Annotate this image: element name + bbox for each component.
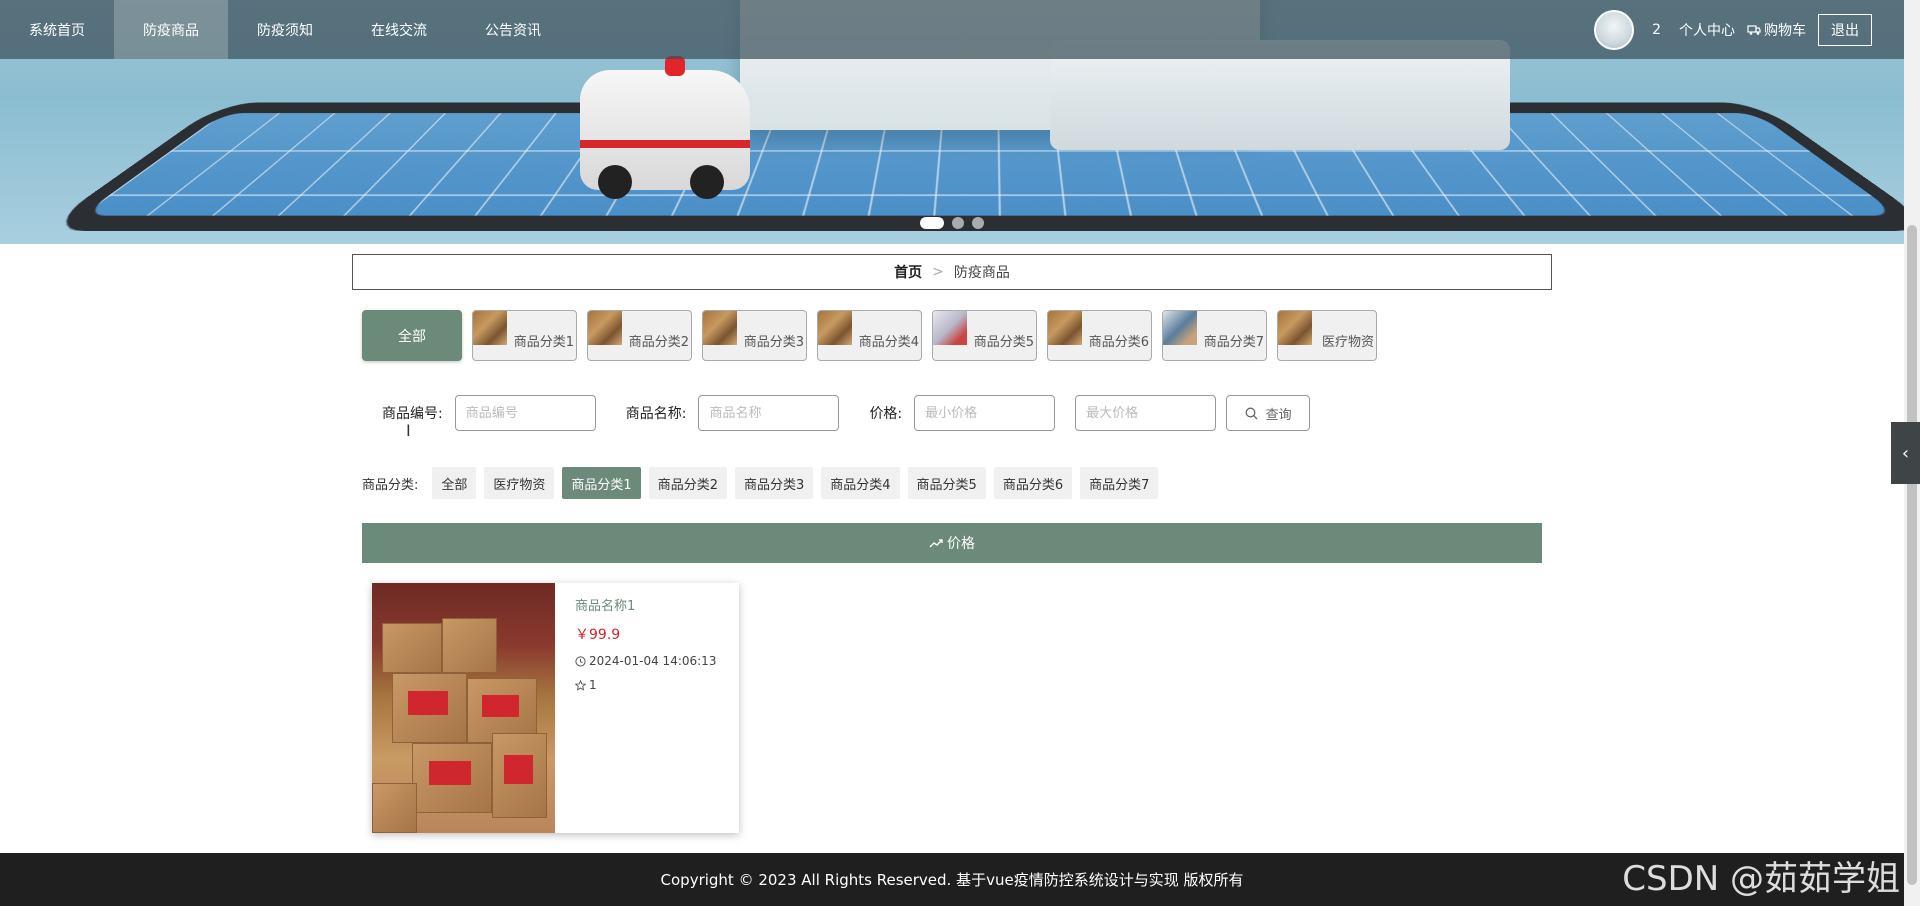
- banner-ambulance: [580, 56, 750, 199]
- scrollbar-thumb[interactable]: [1907, 225, 1917, 885]
- search-icon: [1245, 407, 1258, 419]
- filter-tab[interactable]: 商品分类7: [1080, 467, 1159, 499]
- category-filter-label: 商品分类:: [362, 477, 419, 493]
- category-card[interactable]: 商品分类6: [1047, 310, 1152, 361]
- category-card-label: 医疗物资: [1321, 335, 1374, 350]
- product-info: 商品名称1 ￥99.9 2024-01-04 14:06:13 1: [555, 583, 736, 833]
- banner-dot[interactable]: [920, 217, 944, 229]
- filter-tab[interactable]: 商品分类3: [734, 467, 814, 499]
- nav-item-products[interactable]: 防疫商品: [114, 0, 228, 59]
- product-favorites: 1: [575, 678, 716, 692]
- truck-icon: [1747, 24, 1761, 35]
- footer-copyright: Copyright © 2023 All Rights Reserved. 基于…: [660, 871, 1244, 889]
- product-card[interactable]: 商品名称1 ￥99.9 2024-01-04 14:06:13 1: [372, 583, 739, 833]
- product-price: ￥99.9: [575, 627, 621, 643]
- side-panel-toggle[interactable]: ‹: [1891, 422, 1920, 484]
- cart-link[interactable]: 购物车: [1747, 20, 1806, 40]
- nav-item-notice[interactable]: 防疫须知: [228, 0, 342, 59]
- banner-dot[interactable]: [952, 217, 964, 229]
- product-image: [372, 583, 555, 833]
- breadcrumb-home[interactable]: 首页: [894, 262, 922, 282]
- nav-user-area: 2 个人中心 购物车 退出: [1594, 0, 1872, 59]
- category-filter: 商品分类: 全部 医疗物资 商品分类1 商品分类2 商品分类3 商品分类4 商品…: [362, 467, 1159, 499]
- footer: Copyright © 2023 All Rights Reserved. 基于…: [0, 853, 1904, 906]
- category-card[interactable]: 商品分类4: [817, 310, 922, 361]
- watermark: CSDN @茹茹学姐: [1622, 859, 1900, 899]
- user-count: 2: [1652, 21, 1661, 38]
- filter-tab[interactable]: 商品分类2: [648, 467, 727, 499]
- nav-item-home[interactable]: 系统首页: [0, 0, 114, 59]
- product-name[interactable]: 商品名称1: [575, 595, 716, 614]
- category-thumbnail: [818, 311, 852, 345]
- category-cards: 全部 商品分类1 商品分类2 商品分类3 商品分类4 商品分类5 商品分类6 商…: [362, 310, 1377, 361]
- filter-tab[interactable]: 医疗物资: [484, 467, 555, 499]
- category-thumbnail: [1278, 311, 1312, 345]
- category-card[interactable]: 商品分类7: [1162, 310, 1267, 361]
- filter-tab[interactable]: 全部: [432, 467, 477, 499]
- filter-tab[interactable]: 商品分类4: [821, 467, 900, 499]
- price-label: 价格:: [869, 406, 903, 422]
- category-card-label: 商品分类7: [1203, 335, 1264, 350]
- text-cursor-icon: I: [406, 421, 411, 440]
- filter-tab[interactable]: 商品分类5: [907, 467, 986, 499]
- category-thumbnail: [933, 311, 967, 345]
- product-name-label: 商品名称:: [625, 406, 687, 422]
- avatar[interactable]: [1594, 9, 1635, 50]
- search-form: 商品编号: 商品名称: 价格: 查询: [362, 395, 1311, 431]
- profile-link[interactable]: 个人中心: [1679, 20, 1735, 40]
- breadcrumb-separator: >: [932, 264, 944, 280]
- search-button[interactable]: 查询: [1226, 395, 1311, 431]
- breadcrumb: 首页 > 防疫商品: [352, 254, 1552, 290]
- category-card-all[interactable]: 全部: [362, 310, 462, 361]
- product-name-input[interactable]: [698, 395, 840, 431]
- category-card-label: 商品分类4: [858, 335, 919, 350]
- search-button-label: 查询: [1265, 406, 1292, 422]
- trend-up-icon: [929, 539, 943, 548]
- category-card-label: 商品分类5: [973, 335, 1034, 350]
- category-thumbnail: [1163, 311, 1197, 345]
- product-time: 2024-01-04 14:06:13: [575, 654, 716, 668]
- banner-dot[interactable]: [972, 217, 984, 229]
- product-code-label: 商品编号:: [382, 406, 443, 422]
- category-card[interactable]: 商品分类3: [702, 310, 807, 361]
- nav-item-forum[interactable]: 在线交流: [342, 0, 456, 59]
- logout-button[interactable]: 退出: [1818, 13, 1872, 46]
- product-time-value: 2024-01-04 14:06:13: [589, 654, 717, 668]
- category-card-label: 商品分类3: [743, 335, 804, 350]
- filter-tab[interactable]: 商品分类1: [562, 467, 641, 499]
- product-code-input[interactable]: [454, 395, 596, 431]
- category-card-label: 商品分类6: [1088, 335, 1149, 350]
- breadcrumb-current: 防疫商品: [953, 265, 1010, 281]
- banner-pagination[interactable]: [920, 217, 984, 229]
- category-thumbnail: [473, 311, 507, 345]
- product-favorites-value: 1: [589, 678, 597, 692]
- chevron-left-icon: ‹: [1901, 442, 1910, 464]
- category-card[interactable]: 商品分类2: [587, 310, 692, 361]
- max-price-input[interactable]: [1075, 395, 1217, 431]
- category-thumbnail: [1048, 311, 1082, 345]
- sort-label: 价格: [947, 536, 975, 552]
- category-card-label: 商品分类1: [513, 335, 574, 350]
- sort-by-price-button[interactable]: 价格: [362, 523, 1542, 563]
- star-icon: [575, 679, 586, 691]
- filter-tab[interactable]: 商品分类6: [993, 467, 1073, 499]
- min-price-input[interactable]: [914, 395, 1056, 431]
- category-card[interactable]: 商品分类1: [472, 310, 577, 361]
- category-thumbnail: [703, 311, 737, 345]
- cart-label: 购物车: [1764, 22, 1806, 39]
- category-thumbnail: [588, 311, 622, 345]
- category-card[interactable]: 医疗物资: [1277, 310, 1377, 361]
- top-nav: 系统首页 防疫商品 防疫须知 在线交流 公告资讯 2 个人中心 购物车 退出: [0, 0, 1904, 59]
- nav-item-news[interactable]: 公告资讯: [456, 0, 570, 59]
- category-card[interactable]: 商品分类5: [932, 310, 1037, 361]
- clock-icon: [575, 655, 586, 667]
- category-card-label: 商品分类2: [628, 335, 689, 350]
